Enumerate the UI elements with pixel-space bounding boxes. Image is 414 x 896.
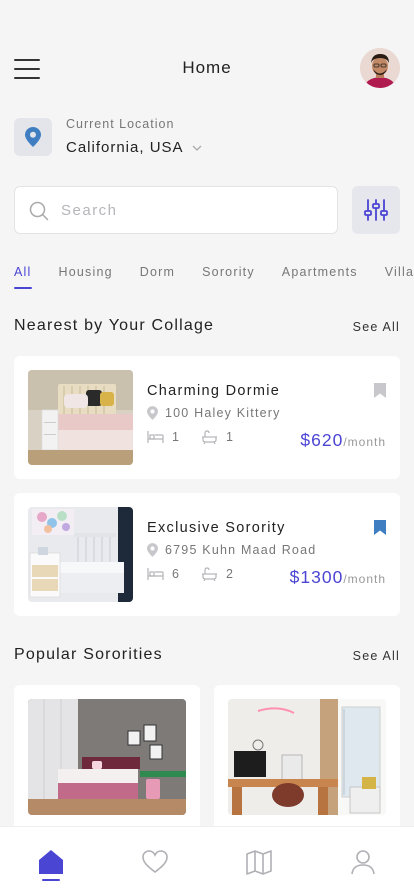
- bed-count: 1: [172, 430, 179, 444]
- location-value: California, USA: [66, 139, 184, 156]
- listing-card[interactable]: Charming Dormie 100 Haley Kittery 1 1 $6…: [14, 356, 400, 479]
- price-value: $1300: [289, 567, 344, 587]
- search-icon: [29, 201, 49, 221]
- bathtub-icon: [201, 430, 217, 444]
- listing-address: 6795 Kuhn Maad Road: [147, 543, 316, 557]
- category-tabs: All Housing Dorm Sorority Apartments Villa: [14, 263, 414, 289]
- current-location: Current Location California, USA: [14, 116, 394, 160]
- tab-apartments[interactable]: Apartments: [282, 265, 358, 279]
- location-selector[interactable]: California, USA: [66, 139, 202, 156]
- nearest-section-title: Nearest by Your Collage: [14, 317, 215, 334]
- filter-button[interactable]: [352, 186, 400, 234]
- tab-all[interactable]: All: [14, 265, 32, 289]
- user-icon: [351, 850, 375, 875]
- listing-price: $1300 /month: [290, 567, 386, 588]
- page-title: Home: [182, 58, 232, 77]
- heart-icon: [142, 850, 168, 874]
- bed-icon: [147, 568, 164, 580]
- map-pin-icon: [14, 118, 52, 156]
- popular-see-all-link[interactable]: See All: [353, 649, 400, 663]
- nav-map[interactable]: [246, 849, 272, 875]
- listing-image: [28, 370, 133, 465]
- address-text: 100 Haley Kittery: [165, 406, 281, 420]
- map-pin-icon: [147, 543, 158, 557]
- sliders-icon: [364, 199, 388, 221]
- app-header: Home: [0, 48, 414, 90]
- bath-count: 1: [225, 430, 233, 444]
- tab-sorority[interactable]: Sorority: [202, 265, 255, 279]
- listing-title: Exclusive Sorority: [147, 520, 286, 536]
- popular-card[interactable]: [214, 685, 400, 845]
- address-text: 6795 Kuhn Maad Road: [165, 543, 317, 557]
- popular-image: [28, 699, 186, 815]
- price-unit: /month: [343, 435, 386, 449]
- map-pin-icon: [147, 406, 158, 420]
- price-value: $620: [300, 430, 344, 450]
- location-label: Current Location: [66, 117, 175, 131]
- tab-dorm[interactable]: Dorm: [140, 265, 175, 279]
- nearest-see-all-link[interactable]: See All: [353, 320, 400, 334]
- listing-price: $620 /month: [300, 430, 386, 451]
- nav-home[interactable]: [38, 849, 64, 875]
- listing-title: Charming Dormie: [147, 383, 281, 399]
- popular-image: [228, 699, 386, 815]
- listing-meta: 6 2: [147, 567, 255, 581]
- listing-image: [28, 507, 133, 602]
- chevron-down-icon: [192, 145, 202, 151]
- search-bar: [14, 186, 338, 234]
- listing-address: 100 Haley Kittery: [147, 406, 281, 420]
- listing-card[interactable]: Exclusive Sorority 6795 Kuhn Maad Road 6…: [14, 493, 400, 616]
- price-unit: /month: [343, 572, 386, 586]
- popular-card[interactable]: [14, 685, 200, 845]
- active-tab-indicator: [42, 879, 60, 881]
- search-input[interactable]: [61, 187, 321, 233]
- tab-villa[interactable]: Villa: [385, 265, 414, 279]
- bottom-navigation: [0, 826, 414, 896]
- listing-meta: 1 1: [147, 430, 255, 444]
- nav-profile[interactable]: [350, 849, 376, 875]
- home-icon: [39, 850, 63, 874]
- bookmark-icon[interactable]: [374, 520, 386, 535]
- nav-favorites[interactable]: [142, 849, 168, 875]
- bed-icon: [147, 431, 164, 443]
- bookmark-icon[interactable]: [374, 383, 386, 398]
- map-icon: [246, 850, 272, 875]
- popular-section-title: Popular Sororities: [14, 646, 163, 663]
- bed-count: 6: [172, 567, 179, 581]
- bath-count: 2: [225, 567, 233, 581]
- user-avatar[interactable]: [360, 48, 400, 88]
- tab-housing[interactable]: Housing: [59, 265, 113, 279]
- bathtub-icon: [201, 567, 217, 581]
